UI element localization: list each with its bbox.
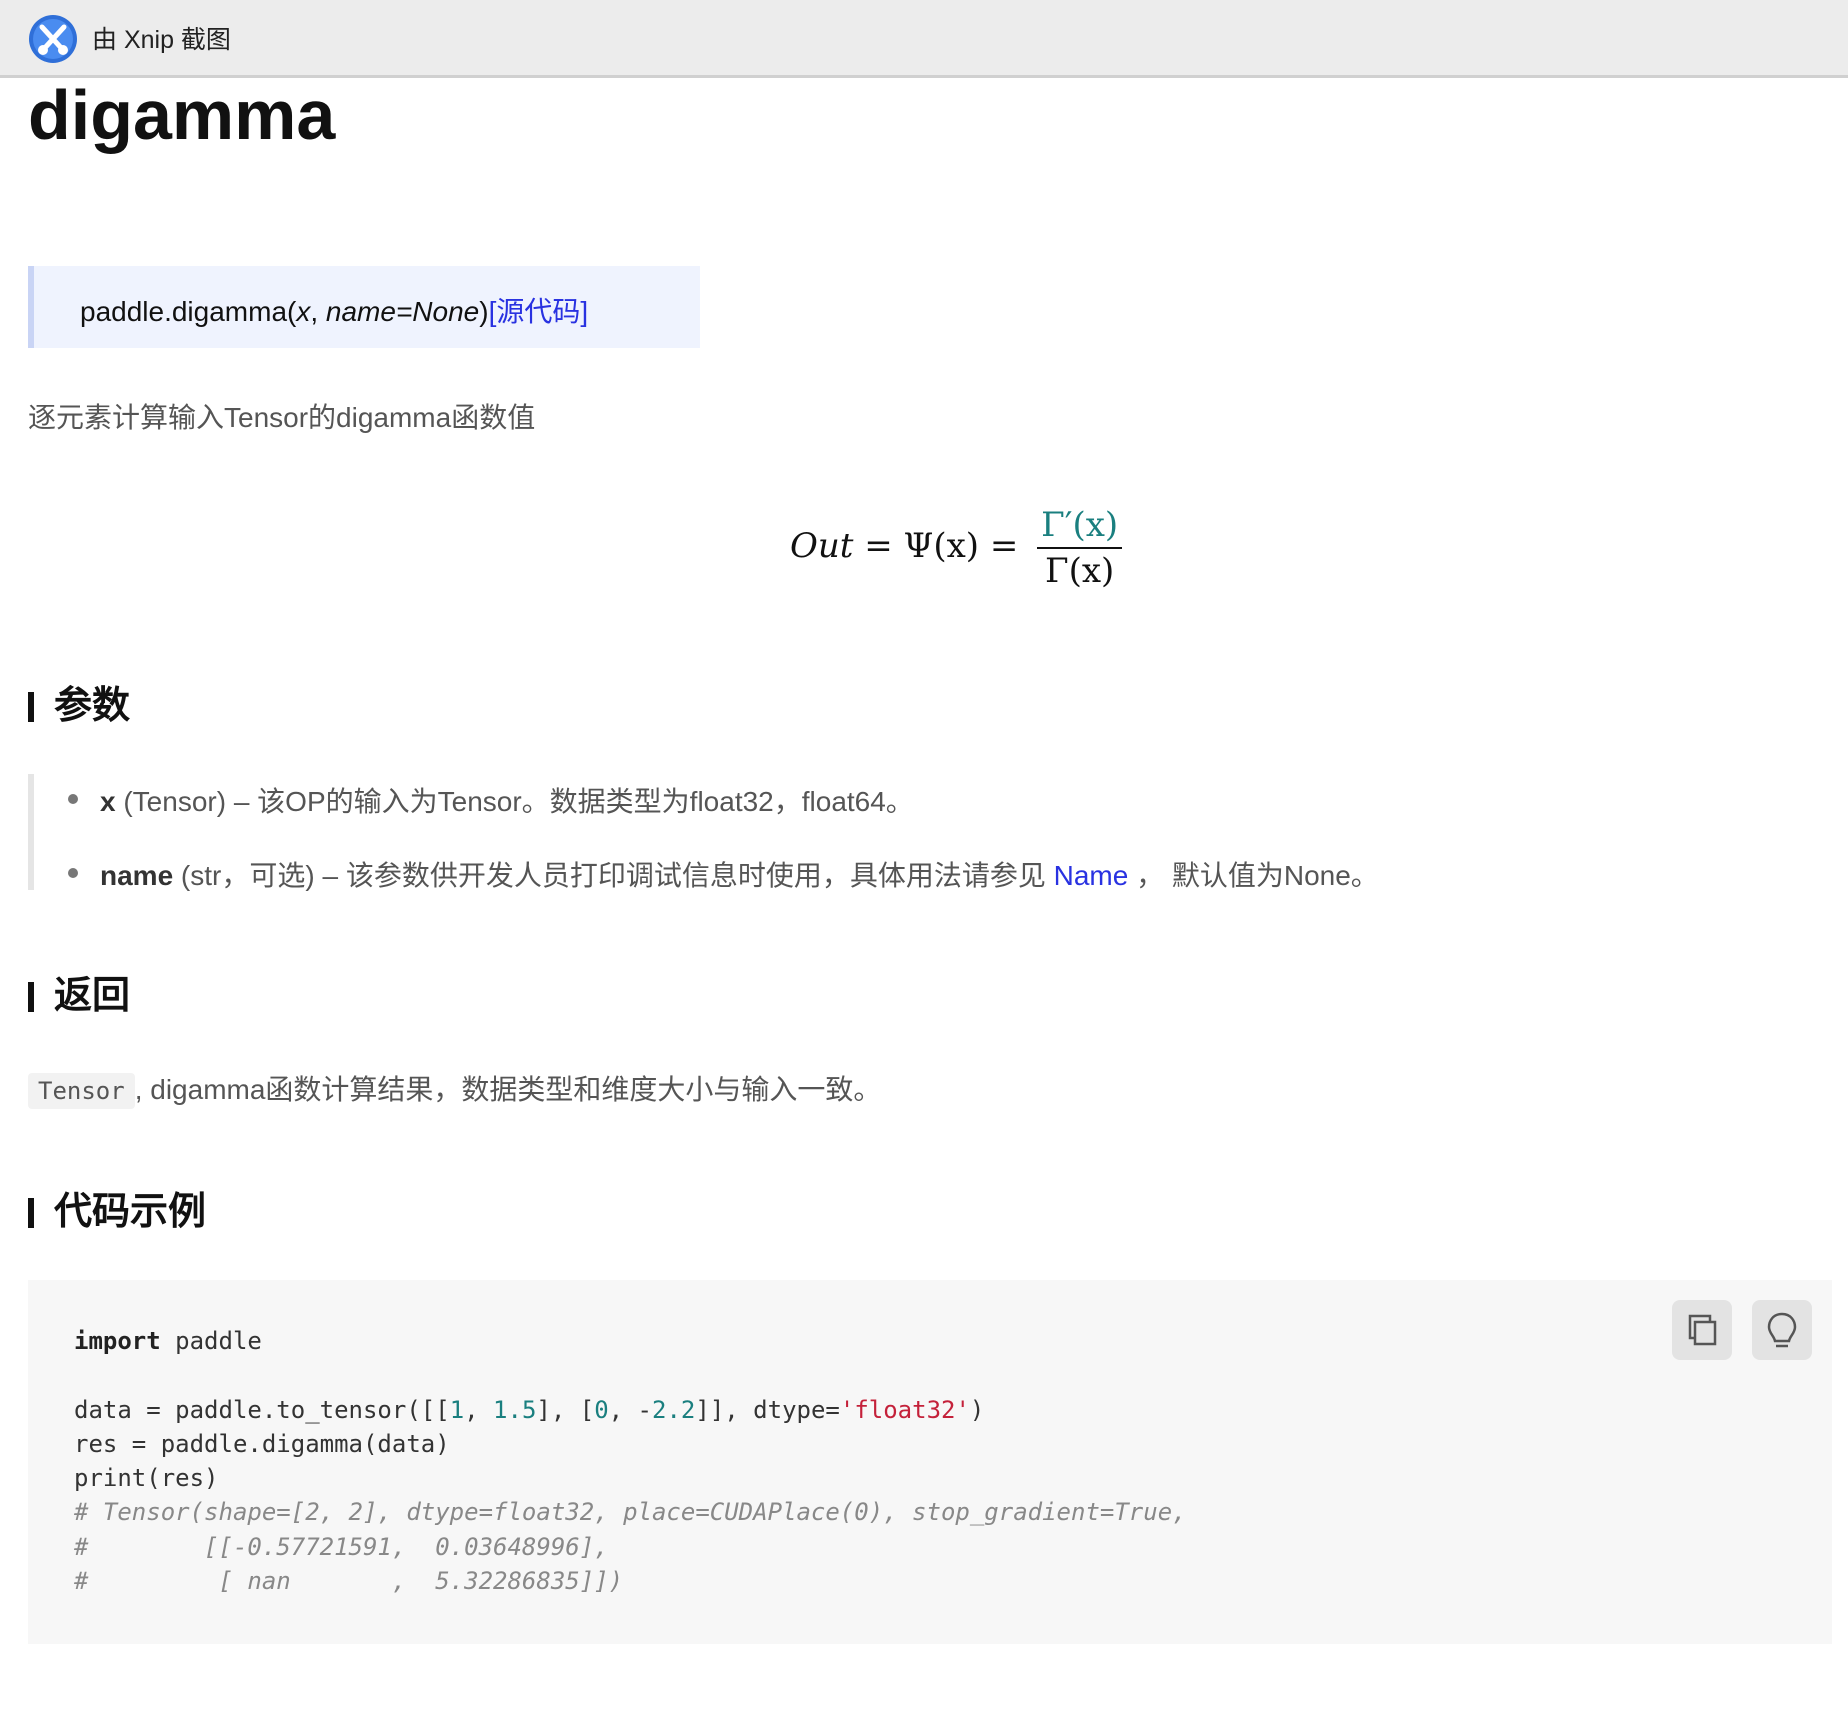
api-signature: paddle.digamma(x, name=None)[源代码] — [80, 290, 588, 330]
copy-icon — [1688, 1314, 1717, 1346]
param-desc-tail: ， 默认值为None。 — [1128, 860, 1379, 891]
xnip-app-icon — [29, 15, 77, 63]
lightbulb-icon — [1767, 1312, 1797, 1348]
name-link[interactable]: Name — [1054, 860, 1129, 891]
formula-denominator: Γ(x) — [1045, 551, 1115, 591]
returns-heading: 返回 — [28, 974, 130, 1018]
window-titlebar: 由 Xnip 截图 — [0, 0, 1848, 78]
formula-middle: = Ψ(x) = — [853, 526, 1030, 566]
run-tip-button[interactable] — [1752, 1300, 1812, 1360]
param-name: x — [100, 786, 116, 817]
code-text: ], [ — [536, 1395, 595, 1424]
code-text: data = paddle.to_tensor([[ — [74, 1395, 450, 1424]
titlebar-text: 由 Xnip 截图 — [92, 26, 231, 54]
code-content: import paddle data = paddle.to_tensor([[… — [74, 1324, 1187, 1598]
source-code-link[interactable]: [源代码] — [489, 296, 589, 327]
param-desc: (str，可选) – 该参数供开发人员打印调试信息时使用，具体用法请参见 — [173, 860, 1054, 891]
api-signature-box: paddle.digamma(x, name=None)[源代码] — [28, 266, 700, 348]
signature-suffix: ) — [479, 296, 489, 327]
code-text: print(res) — [74, 1464, 219, 1493]
api-description: 逐元素计算输入Tensor的digamma函数值 — [28, 402, 536, 433]
code-string: 'float32' — [839, 1395, 970, 1424]
code-text: ]], dtype= — [695, 1395, 840, 1424]
param-item-x: x (Tensor) – 该OP的输入为Tensor。数据类型为float32，… — [68, 780, 914, 820]
returns-text: Tensor, digamma函数计算结果，数据类型和维度大小与输入一致。 — [28, 1068, 881, 1109]
code-text: paddle — [160, 1327, 262, 1355]
code-keyword: import — [74, 1327, 161, 1355]
param-item-name: name (str，可选) – 该参数供开发人员打印调试信息时使用，具体用法请参… — [68, 854, 1379, 894]
signature-sep: , — [310, 296, 326, 327]
return-type-code: Tensor — [28, 1073, 135, 1109]
code-number: 0 — [594, 1395, 609, 1424]
example-heading: 代码示例 — [28, 1190, 206, 1234]
code-text: , — [464, 1395, 494, 1424]
code-comment: # [[-0.57721591, 0.03648996], — [74, 1532, 609, 1561]
signature-arg-x: x — [296, 296, 311, 327]
code-number: 2.2 — [652, 1395, 696, 1424]
code-text: , - — [608, 1395, 653, 1424]
signature-arg-name: name=None — [325, 296, 480, 327]
code-number: 1.5 — [493, 1395, 537, 1424]
return-desc: , digamma函数计算结果，数据类型和维度大小与输入一致。 — [134, 1074, 882, 1105]
params-heading: 参数 — [28, 684, 130, 728]
page-title: digamma — [28, 76, 336, 154]
formula-lhs: Out — [790, 526, 854, 566]
param-desc: (Tensor) – 该OP的输入为Tensor。数据类型为float32，fl… — [115, 786, 914, 817]
code-number: 1 — [449, 1395, 465, 1424]
formula-numerator: Γ′(x) — [1037, 505, 1123, 549]
param-name: name — [100, 860, 174, 891]
code-comment: # Tensor(shape=[2, 2], dtype=float32, pl… — [74, 1498, 1187, 1527]
copy-code-button[interactable] — [1672, 1300, 1732, 1360]
code-example-block: import paddle data = paddle.to_tensor([[… — [28, 1280, 1832, 1644]
params-list: x (Tensor) – 该OP的输入为Tensor。数据类型为float32，… — [28, 774, 1534, 891]
code-text: ) — [969, 1395, 985, 1424]
signature-prefix: paddle.digamma( — [80, 296, 297, 327]
formula-fraction: Γ′(x) Γ(x) — [1037, 505, 1123, 591]
digamma-formula: Out = Ψ(x) = Γ′(x) Γ(x) — [790, 505, 1123, 591]
code-text: res = paddle.digamma(data) — [74, 1429, 450, 1458]
code-comment: # [ nan , 5.32286835]]) — [74, 1567, 624, 1596]
